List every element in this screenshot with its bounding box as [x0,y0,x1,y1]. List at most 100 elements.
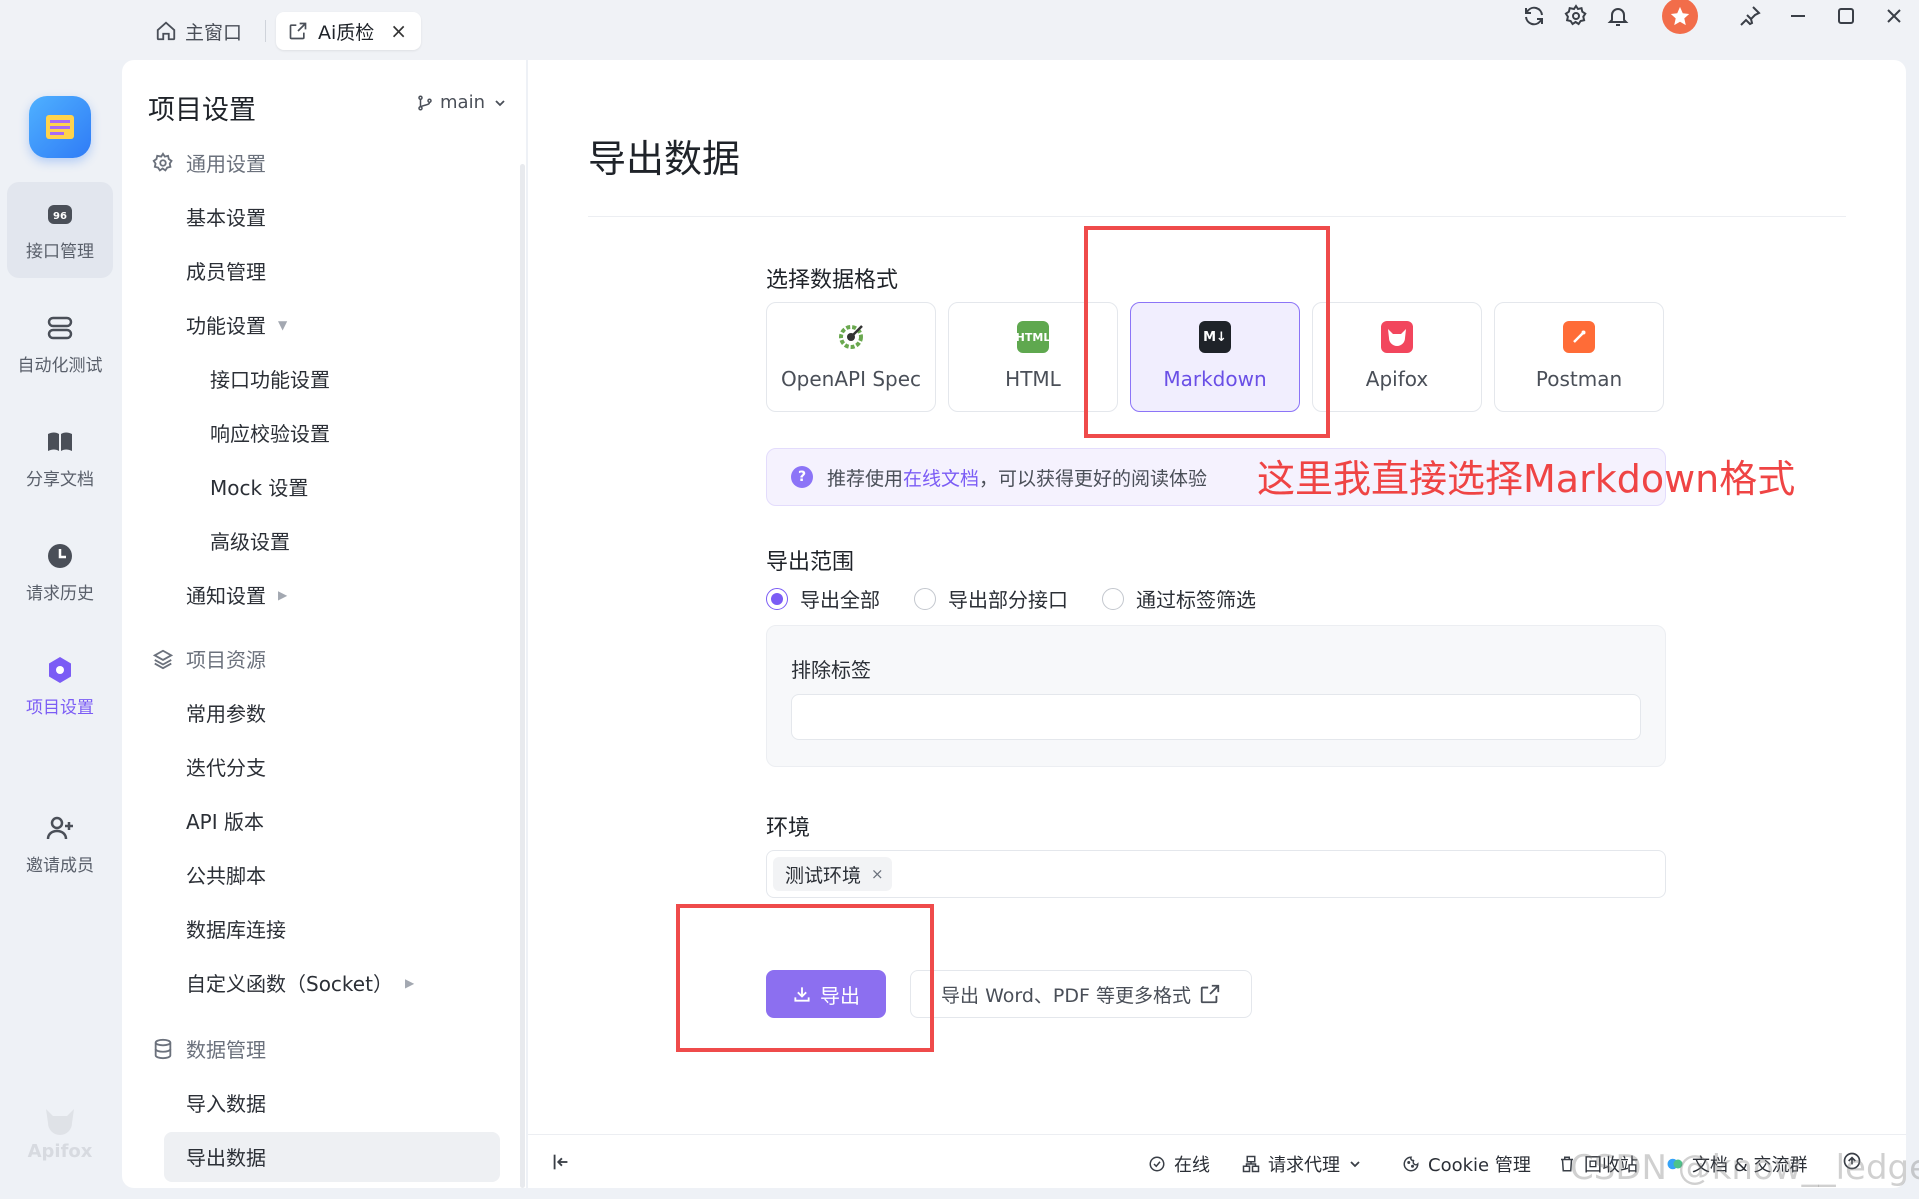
annotation-text: 这里我直接选择Markdown格式 [1257,457,1796,501]
gear-icon [152,151,173,172]
rail-item-label: 自动化测试 [17,355,103,376]
exclude-tags-box: 排除标签 [766,625,1666,767]
sidebar-item-import[interactable]: 导入数据 [186,1088,266,1117]
sidebar-scrollbar[interactable] [520,164,525,1188]
export-button[interactable]: 导出 [766,970,886,1018]
rail-item-api[interactable]: 96 接口管理 [7,182,113,278]
sidebar-group-data[interactable]: 数据管理 [152,1034,266,1063]
database-icon [154,1038,172,1059]
layers-icon [152,649,174,669]
tab-close-icon[interactable]: × [390,19,407,43]
refresh-icon[interactable] [1518,0,1550,32]
sidebar-item-label: 自定义函数（Socket） [186,972,393,996]
sidebar-item-advanced[interactable]: 高级设置 [210,526,290,555]
sidebar-item-iteration-branch[interactable]: 迭代分支 [186,752,266,781]
rail-item-invite[interactable]: 邀请成员 [7,796,113,892]
rail-item-label: 请求历史 [26,583,94,604]
sidebar-item-mock[interactable]: Mock 设置 [210,472,308,501]
radio-unchecked[interactable] [1102,587,1124,610]
sidebar-item-notifications[interactable]: 通知设置 ▶ [186,580,287,609]
format-card-openapi[interactable]: OpenAPI Spec [766,302,936,412]
scope-option-partial[interactable]: 导出部分接口 [914,584,1068,613]
html-icon: HTML [1016,321,1050,353]
avatar[interactable] [1660,0,1700,36]
sidebar-item-database[interactable]: 数据库连接 [186,914,286,943]
radio-label: 通过标签筛选 [1136,588,1256,612]
book-icon [48,432,72,451]
question-icon: ? [791,466,813,488]
format-card-apifox[interactable]: Apifox [1312,302,1482,412]
online-status[interactable]: 在线 [1148,1151,1210,1177]
sidebar-group-general[interactable]: 通用设置 [152,148,266,177]
postman-icon [1563,321,1595,353]
cookie-manager[interactable]: Cookie 管理 [1402,1151,1531,1177]
apifox-logo-icon [46,1109,74,1135]
rail-item-label: 分享文档 [26,469,94,490]
rail-item-project-settings[interactable]: 项目设置 [7,638,113,734]
sidebar-item-label: 成员管理 [186,260,266,284]
sidebar-item-common-params[interactable]: 常用参数 [186,698,266,727]
sidebar-item-api-version[interactable]: API 版本 [186,806,264,835]
rail-item-label: 接口管理 [26,241,94,262]
clock-icon [48,543,72,568]
tag-remove-icon[interactable]: × [871,865,884,883]
bell-icon[interactable] [1602,0,1634,32]
sidebar-item-basic[interactable]: 基本设置 [186,202,266,231]
collapse-sidebar-icon[interactable] [550,1151,580,1173]
sidebar-item-response-validation[interactable]: 响应校验设置 [210,418,330,447]
network-icon [1242,1155,1260,1173]
automation-icon [47,316,73,339]
format-card-html[interactable]: HTML HTML [948,302,1118,412]
tab-ai-quality-label: Ai质检 [318,21,375,44]
tip-text-after: ，可以获得更好的阅读体验 [979,467,1208,490]
apifox-icon [1381,321,1413,353]
pin-icon[interactable] [1734,0,1766,32]
exclude-tags-input[interactable] [791,694,1641,740]
sidebar-group-label: 通用设置 [186,152,266,176]
app-logo [29,96,91,158]
tab-ai-quality[interactable]: Ai质检 × [276,12,422,50]
sidebar-item-label: 常用参数 [186,702,266,726]
env-select[interactable]: 测试环境 × [766,850,1666,898]
sidebar-group-resources[interactable]: 项目资源 [152,644,266,673]
rail-item-history[interactable]: 请求历史 [7,524,113,620]
rail-item-automation[interactable]: 自动化测试 [7,296,113,392]
sidebar-item-label: API 版本 [186,810,264,834]
radio-checked[interactable] [766,587,788,610]
external-link-icon [1200,984,1220,1004]
download-icon [794,987,810,1002]
export-more-label: 导出 Word、PDF 等更多格式 [941,984,1191,1007]
radio-label: 导出部分接口 [948,588,1068,612]
proxy-label: 请求代理 [1268,1155,1340,1176]
sidebar-item-label: 响应校验设置 [210,422,330,446]
sidebar-item-public-scripts[interactable]: 公共脚本 [186,860,266,889]
sidebar-item-custom-functions[interactable]: 自定义函数（Socket） ▶ [186,968,414,997]
sidebar-item-members[interactable]: 成员管理 [186,256,266,285]
minimize-icon[interactable] [1782,0,1814,32]
home-icon [156,21,176,41]
request-proxy[interactable]: 请求代理 [1242,1151,1370,1177]
tab-home[interactable]: 主窗口 [155,12,242,50]
close-icon[interactable] [1878,0,1910,32]
scope-option-by-tag[interactable]: 通过标签筛选 [1102,584,1256,613]
export-more-formats-button[interactable]: 导出 Word、PDF 等更多格式 [910,970,1252,1018]
cookie-icon [1403,1156,1419,1172]
sidebar-item-features[interactable]: 功能设置 ▼ [186,310,287,339]
online-docs-link[interactable]: 在线文档 [903,464,979,491]
format-card-postman[interactable]: Postman [1494,302,1664,412]
settings-icon[interactable] [1560,0,1592,32]
maximize-icon[interactable] [1830,0,1862,32]
exclude-tags-label: 排除标签 [791,658,871,682]
radio-unchecked[interactable] [914,587,936,610]
api-icon: 96 [48,204,72,224]
sidebar-item-export[interactable]: 导出数据 [186,1142,266,1171]
rail-item-share-docs[interactable]: 分享文档 [7,410,113,506]
tab-home-label: 主窗口 [185,21,243,44]
radio-label: 导出全部 [800,588,880,612]
format-card-markdown[interactable]: M↓ Markdown [1130,302,1300,412]
sidebar-item-label: 基本设置 [186,206,266,230]
sidebar-item-api-features[interactable]: 接口功能设置 [210,364,330,393]
scope-option-all[interactable]: 导出全部 [766,584,880,613]
branch-selector[interactable]: main [416,92,513,113]
scope-label: 导出范围 [766,550,855,575]
